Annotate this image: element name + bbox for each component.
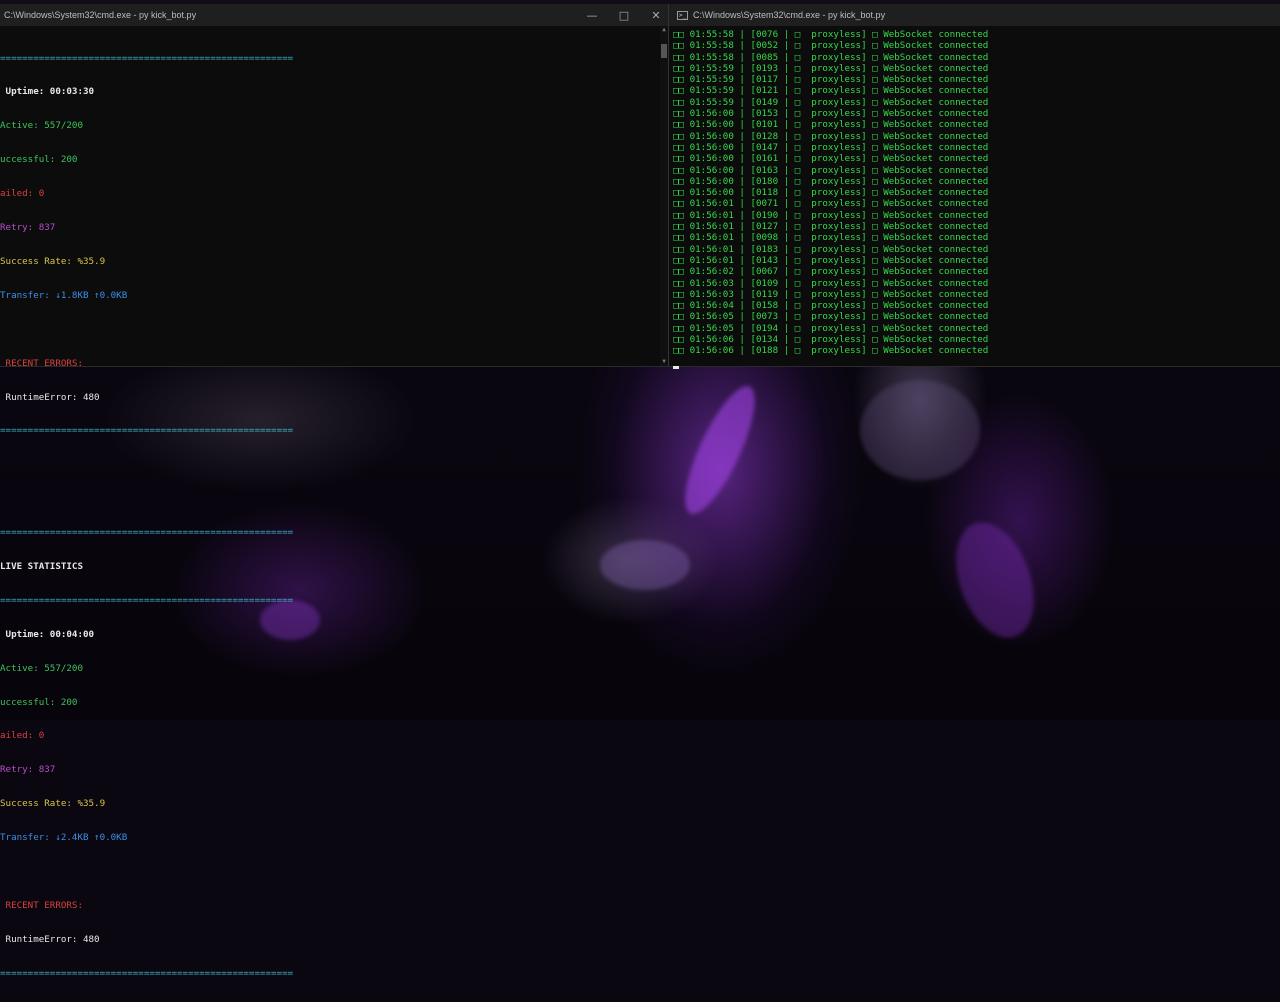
log-line: □□ 01:56:05 | [0194 | □ proxyless] □ Web… (673, 322, 989, 334)
log-line: □□ 01:56:01 | [0143 | □ proxyless] □ Web… (673, 254, 989, 266)
window-title: C:\Windows\System32\cmd.exe - py kick_bo… (4, 10, 197, 20)
console-cursor (673, 366, 679, 369)
retry-text: Retry: 837 (0, 764, 56, 776)
cmd-window-stats[interactable]: C:\Windows\System32\cmd.exe - py kick_bo… (0, 4, 668, 979)
separator: ========================================… (0, 425, 294, 437)
scrollbar-thumb[interactable] (661, 44, 667, 58)
separator: ========================================… (0, 967, 294, 979)
log-line: □□ 01:56:03 | [0109 | □ proxyless] □ Web… (673, 277, 989, 289)
titlebar[interactable]: C:\Windows\System32\cmd.exe - py kick_bo… (0, 4, 668, 26)
successful-text: uccessful: 200 (0, 696, 78, 708)
console-output[interactable]: ========================================… (0, 26, 668, 1002)
titlebar[interactable]: >_ C:\Windows\System32\cmd.exe - py kick… (669, 4, 1280, 26)
log-line: □□ 01:56:00 | [0147 | □ proxyless] □ Web… (673, 141, 989, 153)
wallpaper-glow (860, 380, 980, 480)
log-line: □□ 01:56:00 | [0128 | □ proxyless] □ Web… (673, 130, 989, 142)
uptime-text: Uptime: 00:04:00 (0, 628, 95, 640)
log-line: □□ 01:56:02 | [0067 | □ proxyless] □ Web… (673, 266, 989, 278)
successful-text: uccessful: 200 (0, 154, 78, 166)
transfer-text: Transfer: ↓1.8KB ↑0.0KB (0, 289, 128, 301)
wallpaper-glow (672, 378, 768, 522)
log-line: □□ 01:56:00 | [0180 | □ proxyless] □ Web… (673, 175, 989, 187)
log-line: □□ 01:56:01 | [0190 | □ proxyless] □ Web… (673, 209, 989, 221)
failed-text: ailed: 0 (0, 730, 45, 742)
log-line: □□ 01:55:59 | [0193 | □ proxyless] □ Web… (673, 62, 989, 74)
log-line: □□ 01:55:58 | [0076 | □ proxyless] □ Web… (673, 29, 989, 40)
log-line: □□ 01:56:00 | [0163 | □ proxyless] □ Web… (673, 164, 989, 176)
separator: ========================================… (0, 52, 294, 64)
recent-errors-header: RECENT ERRORS: (0, 357, 83, 369)
log-line: □□ 01:56:04 | [0158 | □ proxyless] □ Web… (673, 300, 989, 312)
active-text: Active: 557/200 (0, 120, 83, 132)
live-statistics-header: LIVE STATISTICS (0, 560, 83, 572)
runtime-error-text: RuntimeError: 480 (0, 933, 100, 945)
log-line: □□ 01:55:58 | [0052 | □ proxyless] □ Web… (673, 40, 989, 52)
cmd-app-icon: >_ (677, 10, 688, 20)
recent-errors-header: RECENT ERRORS: (0, 899, 83, 911)
separator: ========================================… (0, 527, 294, 539)
log-line: □□ 01:56:00 | [0101 | □ proxyless] □ Web… (673, 119, 989, 131)
log-line: □□ 01:56:06 | [0134 | □ proxyless] □ Web… (673, 334, 989, 346)
success-rate-text: Success Rate: %35.9 (0, 798, 106, 810)
uptime-text: Uptime: 00:03:30 (0, 86, 95, 98)
minimize-icon[interactable]: — (576, 4, 608, 26)
maximize-icon[interactable]: □ (608, 4, 640, 26)
log-line: □□ 01:56:00 | [0118 | □ proxyless] □ Web… (673, 187, 989, 199)
log-line: □□ 01:56:05 | [0073 | □ proxyless] □ Web… (673, 311, 989, 323)
log-line: □□ 01:55:59 | [0149 | □ proxyless] □ Web… (673, 96, 989, 108)
transfer-text: Transfer: ↓2.4KB ↑0.0KB (0, 832, 128, 844)
log-line: □□ 01:56:00 | [0161 | □ proxyless] □ Web… (673, 153, 989, 165)
log-line: □□ 01:56:01 | [0098 | □ proxyless] □ Web… (673, 232, 989, 244)
log-line: □□ 01:56:01 | [0127 | □ proxyless] □ Web… (673, 221, 989, 233)
log-line: □□ 01:56:00 | [0153 | □ proxyless] □ Web… (673, 108, 989, 120)
window-title: C:\Windows\System32\cmd.exe - py kick_bo… (693, 10, 886, 20)
success-rate-text: Success Rate: %35.9 (0, 255, 106, 267)
log-line: □□ 01:55:58 | [0085 | □ proxyless] □ Web… (673, 51, 989, 63)
cmd-window-log[interactable]: >_ C:\Windows\System32\cmd.exe - py kick… (668, 4, 1280, 369)
runtime-error-text: RuntimeError: 480 (0, 391, 100, 403)
scrollbar[interactable]: ▲ ▼ (660, 26, 668, 366)
wallpaper-glow (941, 511, 1049, 649)
log-line: □□ 01:55:59 | [0121 | □ proxyless] □ Web… (673, 85, 989, 97)
separator: ========================================… (0, 594, 294, 606)
log-line: □□ 01:55:59 | [0117 | □ proxyless] □ Web… (673, 74, 989, 86)
retry-text: Retry: 837 (0, 222, 56, 234)
console-output[interactable]: □□ 01:55:58 | [0076 | □ proxyless] □ Web… (669, 26, 1280, 357)
failed-text: ailed: 0 (0, 188, 45, 200)
log-line: □□ 01:56:06 | [0188 | □ proxyless] □ Web… (673, 345, 989, 357)
log-line: □□ 01:56:01 | [0071 | □ proxyless] □ Web… (673, 198, 989, 210)
log-line: □□ 01:56:03 | [0119 | □ proxyless] □ Web… (673, 288, 989, 300)
scroll-up-icon[interactable]: ▲ (660, 26, 668, 34)
log-line: □□ 01:56:01 | [0183 | □ proxyless] □ Web… (673, 243, 989, 255)
active-text: Active: 557/200 (0, 662, 83, 674)
scroll-down-icon[interactable]: ▼ (660, 358, 668, 366)
